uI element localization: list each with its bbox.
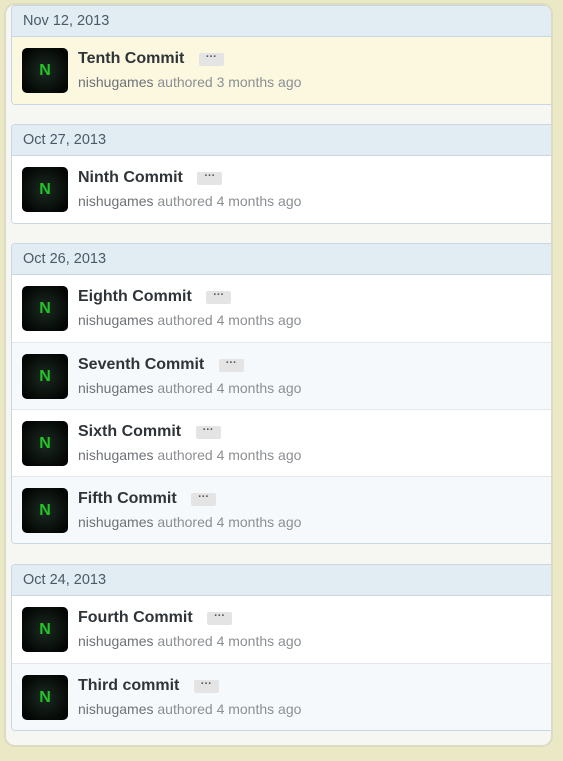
author-avatar[interactable]: N xyxy=(22,488,68,533)
authored-label: authored xyxy=(157,380,213,396)
authored-label: authored xyxy=(157,633,213,649)
expand-message-button[interactable]: ··· xyxy=(197,170,223,185)
expand-message-button[interactable]: ··· xyxy=(198,51,224,66)
day-header: Oct 24, 2013 xyxy=(12,565,551,596)
commit-title-link[interactable]: Seventh Commit xyxy=(78,356,204,373)
commit-meta: nishugames authored 3 months ago xyxy=(78,74,301,90)
expand-message-button[interactable]: ··· xyxy=(191,491,217,506)
commit-meta: nishugames authored 4 months ago xyxy=(78,514,301,530)
authored-label: authored xyxy=(157,193,213,209)
commit-time: 4 months ago xyxy=(216,380,302,396)
expand-message-button[interactable]: ··· xyxy=(207,610,233,625)
expand-message-button[interactable]: ··· xyxy=(218,357,244,372)
author-link[interactable]: nishugames xyxy=(78,312,154,328)
expand-message-button[interactable]: ··· xyxy=(193,678,219,693)
commit-title-link[interactable]: Fifth Commit xyxy=(78,490,177,507)
commit-meta: nishugames authored 4 months ago xyxy=(78,380,301,396)
commit-title-link[interactable]: Fourth Commit xyxy=(78,609,193,626)
commit-time: 4 months ago xyxy=(216,193,302,209)
expand-message-button[interactable]: ··· xyxy=(206,289,232,304)
commit-meta: nishugames authored 4 months ago xyxy=(78,701,301,717)
author-link[interactable]: nishugames xyxy=(78,74,154,90)
commit-row[interactable]: N Third commit ··· nishugames authored 4… xyxy=(12,663,551,730)
authored-label: authored xyxy=(157,701,213,717)
author-link[interactable]: nishugames xyxy=(78,514,154,530)
commit-title-link[interactable]: Eighth Commit xyxy=(78,288,192,305)
authored-label: authored xyxy=(157,514,213,530)
commit-history-panel: Nov 12, 2013 N Tenth Commit ··· nishugam… xyxy=(4,3,553,747)
commit-time: 4 months ago xyxy=(216,701,302,717)
commit-row[interactable]: N Fourth Commit ··· nishugames authored … xyxy=(12,596,551,663)
author-avatar[interactable]: N xyxy=(22,675,68,720)
author-avatar[interactable]: N xyxy=(22,354,68,399)
commit-title-link[interactable]: Tenth Commit xyxy=(78,50,184,67)
commit-row[interactable]: N Ninth Commit ··· nishugames authored 4… xyxy=(12,156,551,223)
author-link[interactable]: nishugames xyxy=(78,701,154,717)
commit-row[interactable]: N Sixth Commit ··· nishugames authored 4… xyxy=(12,409,551,476)
author-link[interactable]: nishugames xyxy=(78,193,154,209)
commit-time: 4 months ago xyxy=(216,514,302,530)
commit-meta: nishugames authored 4 months ago xyxy=(78,312,301,328)
commit-row[interactable]: N Tenth Commit ··· nishugames authored 3… xyxy=(12,37,551,104)
authored-label: authored xyxy=(157,447,213,463)
commit-time: 4 months ago xyxy=(216,312,302,328)
author-avatar[interactable]: N xyxy=(22,607,68,652)
author-link[interactable]: nishugames xyxy=(78,633,154,649)
commit-row[interactable]: N Fifth Commit ··· nishugames authored 4… xyxy=(12,476,551,543)
commit-day-group: Oct 26, 2013 N Eighth Commit ··· nishuga… xyxy=(11,243,551,544)
authored-label: authored xyxy=(157,74,213,90)
commit-title-link[interactable]: Third commit xyxy=(78,677,179,694)
day-header: Nov 12, 2013 xyxy=(12,6,551,37)
authored-label: authored xyxy=(157,312,213,328)
commit-row[interactable]: N Eighth Commit ··· nishugames authored … xyxy=(12,275,551,342)
author-avatar[interactable]: N xyxy=(22,48,68,93)
commit-meta: nishugames authored 4 months ago xyxy=(78,447,301,463)
author-link[interactable]: nishugames xyxy=(78,380,154,396)
commit-meta: nishugames authored 4 months ago xyxy=(78,633,301,649)
commit-title-link[interactable]: Ninth Commit xyxy=(78,169,183,186)
day-header: Oct 26, 2013 xyxy=(12,244,551,275)
day-header: Oct 27, 2013 xyxy=(12,125,551,156)
commit-day-group: Oct 27, 2013 N Ninth Commit ··· nishugam… xyxy=(11,124,551,224)
commit-time: 4 months ago xyxy=(216,447,302,463)
commit-day-group: Nov 12, 2013 N Tenth Commit ··· nishugam… xyxy=(11,5,551,105)
author-avatar[interactable]: N xyxy=(22,167,68,212)
commit-row[interactable]: N Seventh Commit ··· nishugames authored… xyxy=(12,342,551,409)
author-avatar[interactable]: N xyxy=(22,286,68,331)
commit-time: 4 months ago xyxy=(216,633,302,649)
author-link[interactable]: nishugames xyxy=(78,447,154,463)
commit-time: 3 months ago xyxy=(216,74,302,90)
commit-meta: nishugames authored 4 months ago xyxy=(78,193,301,209)
commit-day-group: Oct 24, 2013 N Fourth Commit ··· nishuga… xyxy=(11,564,551,731)
commit-title-link[interactable]: Sixth Commit xyxy=(78,423,181,440)
author-avatar[interactable]: N xyxy=(22,421,68,466)
expand-message-button[interactable]: ··· xyxy=(195,424,221,439)
